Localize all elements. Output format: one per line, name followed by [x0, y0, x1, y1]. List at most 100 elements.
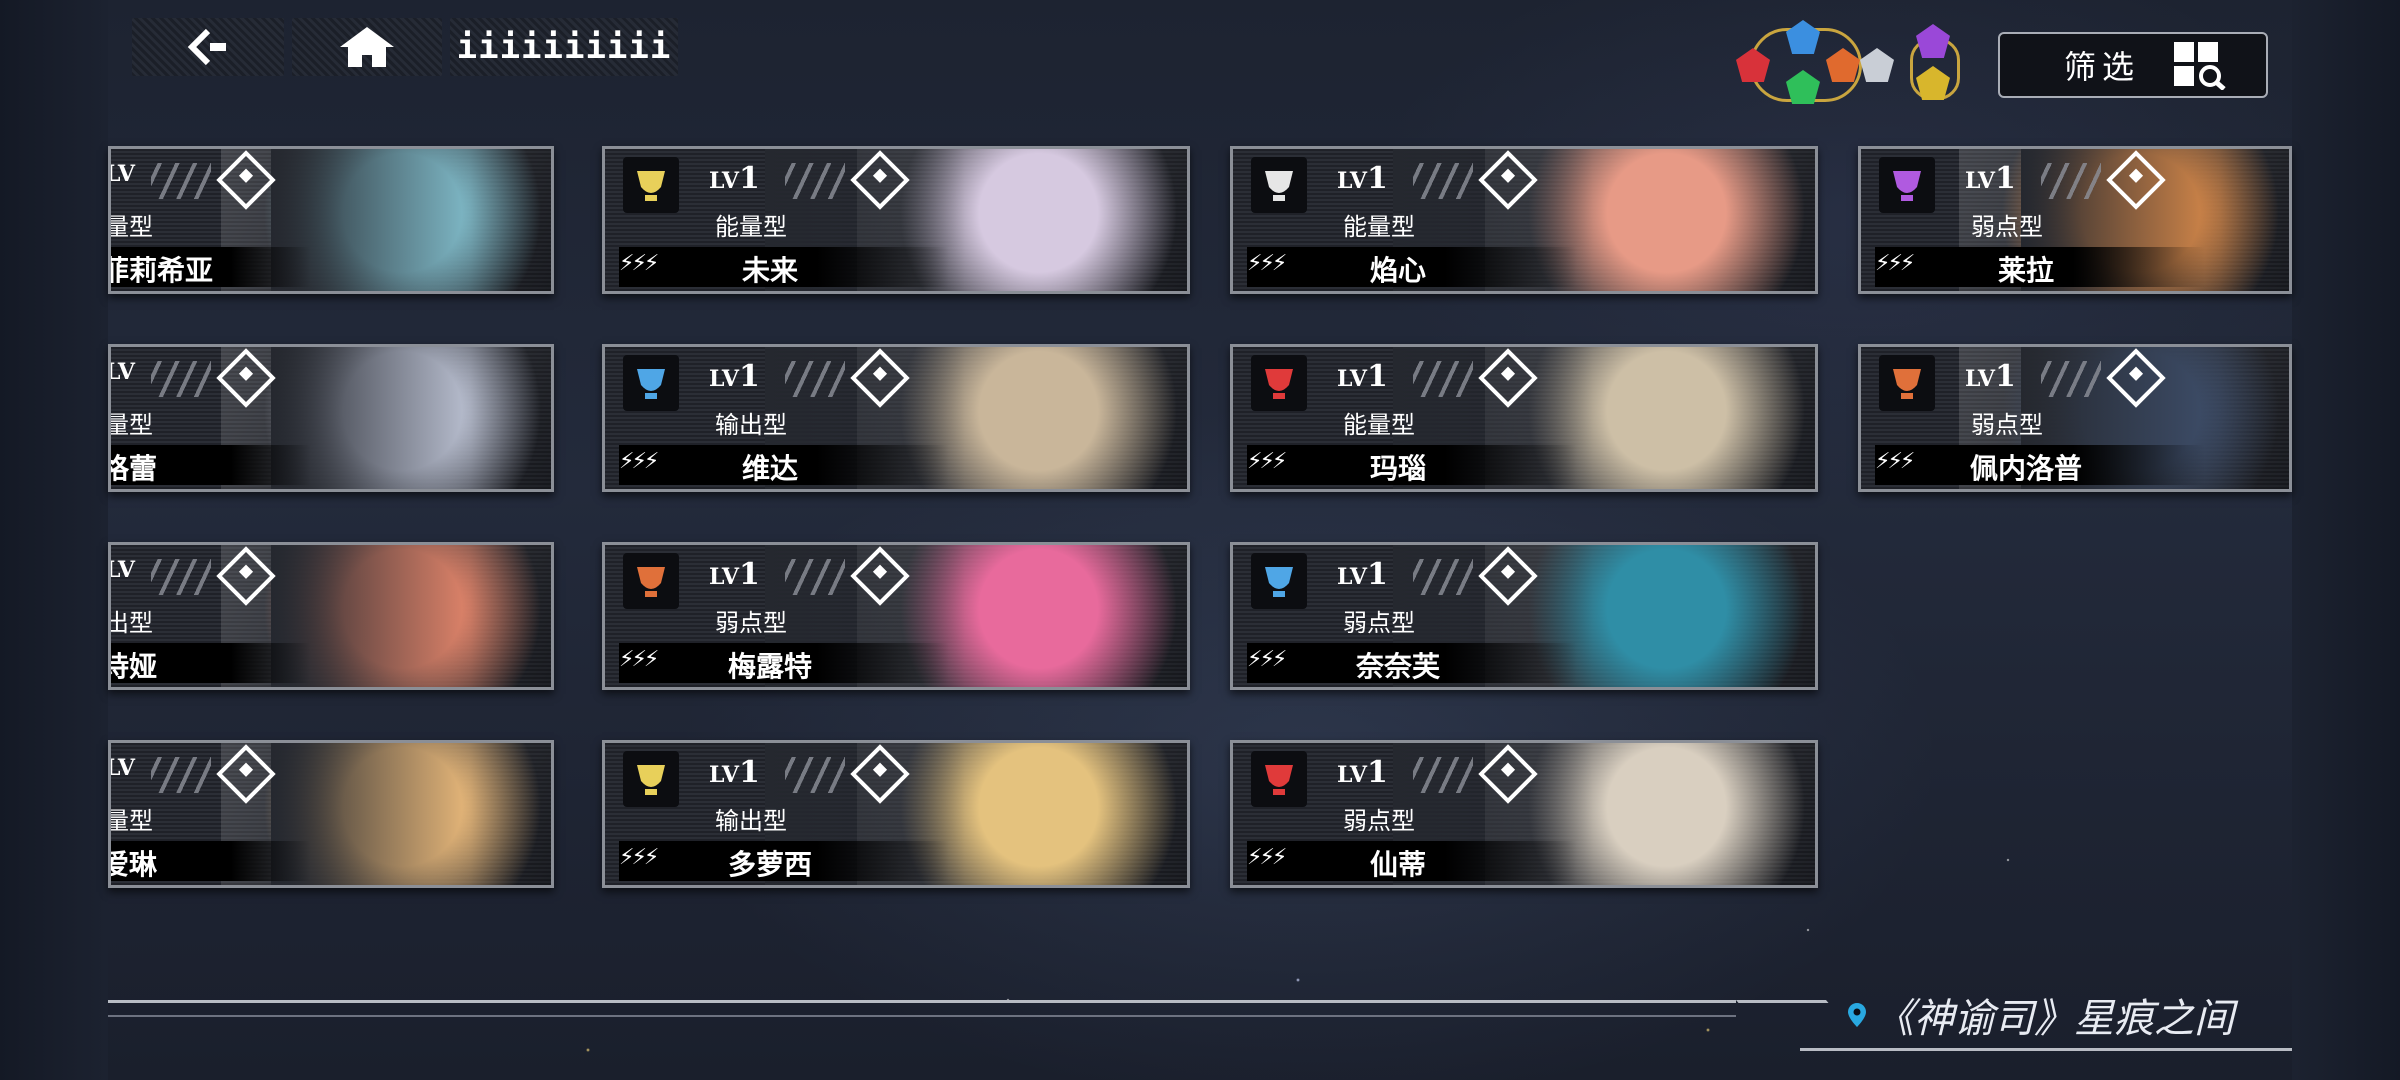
character-type: 能量型	[1343, 411, 1415, 439]
character-type: 弱点型	[1971, 411, 2043, 439]
bottom-rail	[108, 1000, 1736, 1017]
character-card[interactable]: LV1 能量型 ⚡⚡⚡ 未来	[602, 146, 1190, 294]
character-type: 弱点型	[715, 609, 787, 637]
character-type: 能量型	[108, 213, 153, 241]
level-label: LV1	[709, 161, 760, 196]
right-edge-panel	[2292, 0, 2400, 1080]
character-type: 能量型	[108, 411, 153, 439]
gem-purple-icon[interactable]	[1916, 24, 1950, 58]
character-type: 能量型	[715, 213, 787, 241]
location-label: 《神谕司》星痕之间	[1848, 986, 2234, 1044]
character-name: 格蕾	[111, 452, 158, 485]
location-pin-icon	[1848, 1003, 1866, 1027]
ram-icon	[1879, 355, 1935, 411]
character-name: 诗娅	[111, 650, 158, 683]
halo-wing-icon	[1251, 157, 1307, 213]
character-name: 梅露特	[727, 650, 812, 683]
level-value: 1	[1994, 161, 2016, 196]
level-label: LV1	[111, 161, 135, 187]
trophy-icon	[623, 157, 679, 213]
character-name: 奈奈芙	[1355, 650, 1440, 683]
top-bar: iiiiiiiiii	[132, 18, 678, 76]
level-value: 1	[1366, 755, 1388, 790]
level-prefix: LV	[1965, 366, 1995, 392]
character-name: 佩内洛普	[1969, 452, 2082, 485]
level-prefix: LV	[111, 161, 135, 187]
character-type: 输出型	[715, 411, 787, 439]
character-card[interactable]: LV1 能量型 ⚡⚡⚡ 菲莉希亚	[108, 146, 554, 294]
rank-slashes	[2041, 163, 2101, 199]
element-filter-gems[interactable]	[1730, 20, 2000, 104]
level-prefix: LV	[1965, 168, 1995, 194]
filter-label: 筛选	[2064, 48, 2141, 86]
level-label: LV1	[1965, 359, 2016, 394]
character-name: 莱拉	[1997, 254, 2054, 287]
level-value: 1	[1994, 359, 2016, 394]
level-label: LV1	[111, 557, 135, 583]
character-type: 输出型	[108, 609, 153, 637]
crown-icon	[1879, 157, 1935, 213]
character-card[interactable]: LV1 弱点型 ⚡⚡⚡ 佩内洛普	[1858, 344, 2292, 492]
character-name: 多萝西	[727, 848, 812, 881]
character-card[interactable]: LV1 输出型 ⚡⚡⚡ 诗娅	[108, 542, 554, 690]
character-card[interactable]: LV1 能量型 ⚡⚡⚡ 焰心	[1230, 146, 1818, 294]
back-button[interactable]	[132, 18, 284, 76]
level-label: LV1	[709, 557, 760, 592]
character-card[interactable]: LV1 能量型 ⚡⚡⚡ 格蕾	[108, 344, 554, 492]
level-prefix: LV	[709, 366, 739, 392]
page-title: iiiiiiiiii	[450, 18, 678, 76]
rank-slashes	[2041, 361, 2101, 397]
character-name: 玛瑙	[1369, 452, 1426, 485]
character-name: 仙蒂	[1369, 848, 1426, 881]
level-prefix: LV	[1337, 564, 1367, 590]
character-type: 弱点型	[1971, 213, 2043, 241]
character-name: 未来	[741, 254, 798, 287]
level-prefix: LV	[1337, 366, 1367, 392]
level-prefix: LV	[709, 564, 739, 590]
character-type: 弱点型	[1343, 807, 1415, 835]
character-card[interactable]: LV1 输出型 ⚡⚡⚡ 多萝西	[602, 740, 1190, 888]
level-prefix: LV	[111, 359, 135, 385]
gem-blue-icon[interactable]	[1786, 20, 1820, 54]
filter-button[interactable]: 筛选	[1998, 32, 2268, 98]
gem-white-icon[interactable]	[1860, 48, 1894, 82]
level-label: LV1	[709, 359, 760, 394]
rank-slashes	[1413, 559, 1473, 595]
character-card[interactable]: LV1 能量型 ⚡⚡⚡ 玛瑙	[1230, 344, 1818, 492]
rank-slashes	[151, 757, 211, 793]
character-card[interactable]: LV1 弱点型 ⚡⚡⚡ 仙蒂	[1230, 740, 1818, 888]
character-card[interactable]: LV1 弱点型 ⚡⚡⚡ 奈奈芙	[1230, 542, 1818, 690]
shield-v-icon	[1251, 553, 1307, 609]
rank-slashes	[151, 163, 211, 199]
wolf-icon	[1251, 355, 1307, 411]
level-value: 1	[1366, 557, 1388, 592]
grid-search-icon	[2174, 42, 2226, 90]
ram-icon	[623, 553, 679, 609]
level-value: 1	[738, 755, 760, 790]
character-name: 焰心	[1369, 254, 1426, 287]
level-label: LV1	[1337, 161, 1388, 196]
level-value: 1	[1366, 359, 1388, 394]
rank-slashes	[151, 361, 211, 397]
level-label: LV1	[111, 359, 135, 385]
rank-slashes	[1413, 361, 1473, 397]
character-card[interactable]: LV1 输出型 ⚡⚡⚡ 维达	[602, 344, 1190, 492]
location-text: 《神谕司》星痕之间	[1874, 996, 2234, 1042]
home-button[interactable]	[292, 18, 442, 76]
character-name: 维达	[741, 452, 798, 485]
level-prefix: LV	[709, 762, 739, 788]
level-prefix: LV	[709, 168, 739, 194]
level-value: 1	[738, 557, 760, 592]
character-name: 爱琳	[111, 848, 158, 881]
character-card[interactable]: LV1 弱点型 ⚡⚡⚡ 梅露特	[602, 542, 1190, 690]
level-prefix: LV	[1337, 762, 1367, 788]
character-type: 能量型	[1343, 213, 1415, 241]
wolf-icon	[1251, 751, 1307, 807]
character-card[interactable]: LV1 能量型 ⚡⚡⚡ 爱琳	[108, 740, 554, 888]
character-type: 弱点型	[1343, 609, 1415, 637]
character-card[interactable]: LV1 弱点型 ⚡⚡⚡ 莱拉	[1858, 146, 2292, 294]
level-label: LV1	[1337, 557, 1388, 592]
rank-slashes	[1413, 163, 1473, 199]
level-prefix: LV	[111, 755, 135, 781]
level-prefix: LV	[111, 557, 135, 583]
